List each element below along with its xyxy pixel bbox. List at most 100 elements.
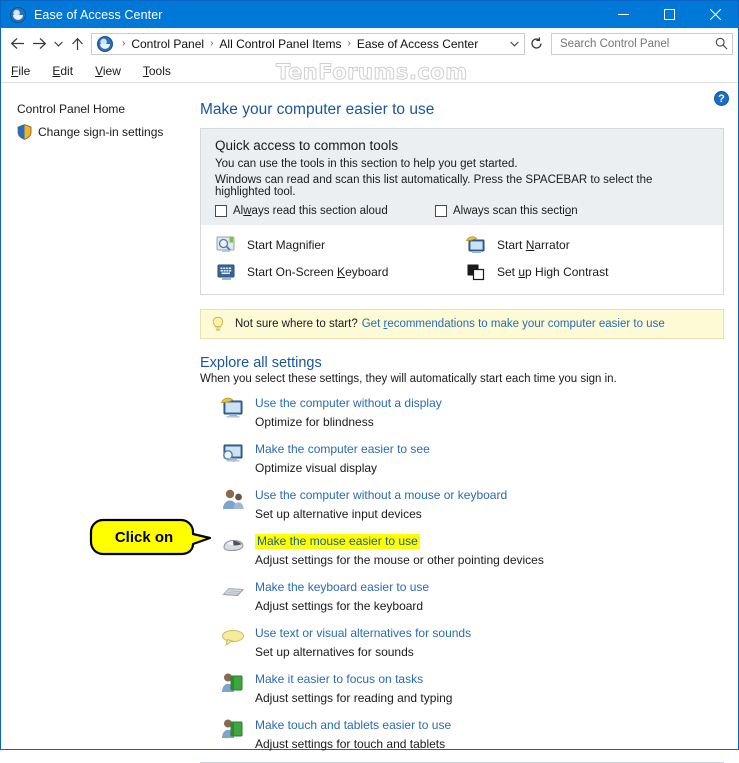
tool-label: Start On-Screen Keyboard	[247, 265, 389, 279]
person-book-icon	[220, 671, 246, 697]
shield-icon	[17, 124, 32, 140]
up-arrow-icon[interactable]	[66, 32, 88, 56]
quick-access-line-2: Windows can read and scan this list auto…	[215, 174, 653, 198]
link-make-the-mouse-easier-to-use[interactable]: Make the mouse easier to use	[255, 534, 420, 549]
breadcrumb[interactable]: › Control Panel › All Control Panel Item…	[91, 32, 525, 55]
lightbulb-icon	[211, 316, 225, 332]
list-item[interactable]: Make the keyboard easier to use Adjust s…	[220, 578, 724, 614]
checkbox-label: Always read this section aloud	[233, 205, 388, 217]
list-item-text: Make the keyboard easier to use Adjust s…	[255, 578, 429, 614]
menu-label: ile	[18, 63, 31, 78]
minimize-button[interactable]	[600, 1, 646, 28]
high-contrast-icon	[465, 261, 487, 283]
breadcrumb-separator: ›	[122, 38, 126, 49]
list-item-description: Set up alternative input devices	[255, 507, 422, 521]
breadcrumb-item-ease-of-access-center[interactable]: Ease of Access Center	[356, 37, 479, 51]
list-item[interactable]: Use the computer without a display Optim…	[220, 394, 724, 430]
link-use-text-or-visual-alternatives-for-sounds[interactable]: Use text or visual alternatives for soun…	[255, 626, 471, 641]
window-title: Ease of Access Center	[34, 7, 163, 22]
quick-access-line-1: You can use the tools in this section to…	[215, 158, 518, 170]
page-title: Make your computer easier to use	[200, 101, 435, 118]
settings-list: Use the computer without a display Optim…	[200, 394, 724, 752]
address-bar: › Control Panel › All Control Panel Item…	[1, 28, 738, 59]
main-content: ? Make your computer easier to use Quick…	[194, 83, 738, 763]
list-item-description: Adjust settings for reading and typing	[255, 691, 453, 705]
menu-label: iew	[102, 63, 121, 78]
refresh-icon[interactable]	[525, 33, 547, 55]
checkbox-box[interactable]	[215, 205, 227, 217]
list-item-description: Adjust settings for the mouse or other p…	[255, 553, 544, 567]
list-item[interactable]: Make the mouse easier to use Adjust sett…	[220, 532, 724, 568]
tip-question: Not sure where to start?	[235, 318, 358, 330]
list-item-description: Optimize visual display	[255, 461, 378, 475]
sidebar-item-change-sign-in-settings[interactable]: Change sign-in settings	[1, 120, 194, 144]
list-item-text: Use the computer without a mouse or keyb…	[255, 486, 507, 522]
list-item[interactable]: Use the computer without a mouse or keyb…	[220, 486, 724, 522]
search-input[interactable]	[551, 32, 733, 55]
checkbox-always-scan-this-section[interactable]: Always scan this section	[435, 205, 578, 217]
person-tablet-icon	[220, 717, 246, 743]
onscreen-keyboard-icon	[215, 261, 237, 283]
quick-access-tools: Start Magnifier Start Narrator Start On-…	[201, 225, 723, 294]
list-item-text: Make the mouse easier to use Adjust sett…	[255, 532, 544, 568]
tool-start-magnifier[interactable]: Start Magnifier	[215, 234, 465, 256]
quick-access-panel: Quick access to common tools You can use…	[200, 128, 724, 295]
search-icon[interactable]	[710, 37, 732, 50]
back-arrow-icon[interactable]	[6, 32, 28, 56]
title-bar: Ease of Access Center	[1, 1, 738, 28]
callout-label: Click on	[114, 528, 174, 546]
breadcrumb-chevron-down-icon[interactable]	[505, 34, 524, 54]
list-item[interactable]: Use text or visual alternatives for soun…	[220, 624, 724, 660]
list-item-text: Make the computer easier to see Optimize…	[255, 440, 430, 476]
person-input-icon	[220, 487, 246, 513]
watermark: TenForums.com	[276, 60, 468, 85]
menu-label: dit	[60, 63, 74, 78]
display-speech-icon	[220, 395, 246, 421]
sidebar-item-label: Change sign-in settings	[38, 125, 164, 139]
menu-bar: File Edit View Tools TenForums.com	[1, 59, 738, 85]
search-field[interactable]	[552, 36, 710, 51]
tool-start-narrator[interactable]: Start Narrator	[465, 234, 709, 256]
tool-start-on-screen-keyboard[interactable]: Start On-Screen Keyboard	[215, 261, 465, 283]
quick-access-title: Quick access to common tools	[215, 138, 399, 153]
ease-of-access-icon	[10, 6, 26, 23]
recent-locations-chevron-down-icon[interactable]	[50, 32, 66, 56]
tools-grid: Start Magnifier Start Narrator Start On-…	[215, 234, 709, 283]
recommendations-tip-bar: Not sure where to start? Get recommendat…	[200, 309, 724, 339]
list-item[interactable]: Make it easier to focus on tasks Adjust …	[220, 670, 724, 706]
help-icon[interactable]: ?	[714, 91, 729, 106]
menu-item-edit[interactable]: Edit	[52, 64, 73, 78]
narrator-icon	[465, 234, 487, 256]
link-make-the-computer-easier-to-see[interactable]: Make the computer easier to see	[255, 442, 430, 457]
tool-set-up-high-contrast[interactable]: Set up High Contrast	[465, 261, 709, 283]
quick-access-header: Quick access to common tools You can use…	[201, 129, 723, 225]
breadcrumb-item-all-control-panel-items[interactable]: All Control Panel Items	[218, 37, 342, 51]
list-item[interactable]: Make touch and tablets easier to use Adj…	[220, 716, 724, 752]
quick-access-checkbox-row: Always read this section aloud Always sc…	[215, 205, 709, 217]
explore-all-settings-subtitle: When you select these settings, they wil…	[200, 373, 617, 385]
link-make-touch-and-tablets-easier-to-use[interactable]: Make touch and tablets easier to use	[255, 718, 451, 733]
sidebar-item-control-panel-home[interactable]: Control Panel Home	[1, 98, 194, 120]
tool-label: Start Narrator	[497, 238, 570, 252]
get-recommendations-link[interactable]: Get recommendations to make your compute…	[362, 318, 665, 330]
link-make-the-keyboard-easier-to-use[interactable]: Make the keyboard easier to use	[255, 580, 429, 595]
list-item[interactable]: Make the computer easier to see Optimize…	[220, 440, 724, 476]
menu-item-tools[interactable]: Tools	[143, 64, 171, 78]
link-make-it-easier-to-focus-on-tasks[interactable]: Make it easier to focus on tasks	[255, 672, 423, 687]
checkbox-always-read-this-section-aloud[interactable]: Always read this section aloud	[215, 205, 435, 217]
checkbox-box[interactable]	[435, 205, 447, 217]
list-item-description: Set up alternatives for sounds	[255, 645, 414, 659]
menu-item-file[interactable]: File	[11, 64, 30, 78]
forward-arrow-icon[interactable]	[28, 32, 50, 56]
list-item-description: Adjust settings for the keyboard	[255, 599, 424, 613]
link-use-the-computer-without-a-display[interactable]: Use the computer without a display	[255, 396, 442, 411]
mouse-icon	[220, 533, 246, 559]
close-button[interactable]	[692, 1, 738, 28]
ease-of-access-window: Ease of Access Center › Control Panel › …	[0, 0, 739, 763]
link-use-the-computer-without-a-mouse-or-keyboard[interactable]: Use the computer without a mouse or keyb…	[255, 488, 507, 503]
maximize-button[interactable]	[646, 1, 692, 28]
menu-item-view[interactable]: View	[95, 64, 121, 78]
list-item-text: Make touch and tablets easier to use Adj…	[255, 716, 451, 752]
breadcrumb-item-control-panel[interactable]: Control Panel	[130, 37, 205, 51]
explore-all-settings-title: Explore all settings	[200, 355, 322, 371]
